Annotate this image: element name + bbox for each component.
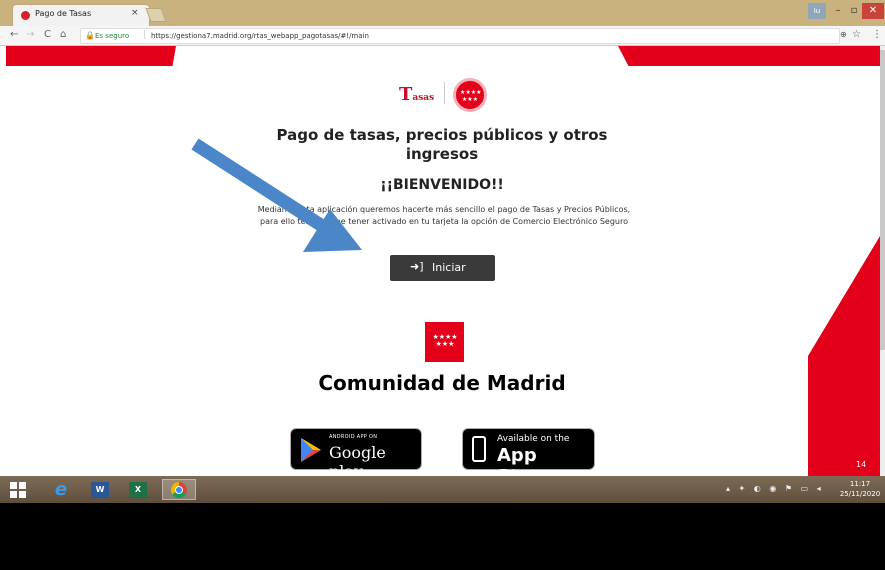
scrollbar-thumb[interactable] — [880, 50, 885, 350]
windows-taskbar: e W X ▴ ✦ ◐ ◉ ⚑ ▭ ◂ 11:17 25/11/2020 — [0, 476, 885, 503]
google-play-small-text: ANDROID APP ON — [329, 434, 378, 440]
app-store-small-text: Available on the — [497, 434, 570, 444]
logo-word: asas — [412, 93, 435, 103]
app-store-label: App Store — [497, 445, 552, 476]
madrid-emblem-icon: ★★★★ ★★★ — [453, 78, 487, 112]
clock-time: 11:17 — [849, 480, 871, 488]
start-button-label: Iniciar — [432, 261, 466, 274]
start-button[interactable]: ➜] Iniciar — [390, 255, 495, 281]
word-icon[interactable]: W — [88, 479, 114, 500]
system-tray-icons[interactable]: ▴ ✦ ◐ ◉ ⚑ ▭ ◂ — [726, 484, 824, 493]
page-title: Pago de tasas, precios públicos y otros … — [276, 126, 608, 163]
minimize-icon[interactable]: – — [830, 3, 846, 19]
page-scrollbar[interactable] — [880, 46, 885, 476]
logo-letter: T — [399, 84, 413, 105]
screen: Pago de Tasas × Iu – ▫ ✕ ← → C ⌂ 🔒 Es se… — [0, 0, 885, 570]
browser-titlebar: Pago de Tasas × Iu – ▫ ✕ — [0, 0, 885, 26]
back-arrow-icon[interactable]: ← — [10, 29, 18, 40]
url-input[interactable]: 🔒 Es seguro | https://gestiona7.madrid.o… — [80, 28, 840, 44]
menu-dots-icon[interactable]: ⋮ — [872, 29, 882, 40]
welcome-heading: ¡¡BIENVENIDO!! — [380, 177, 504, 193]
decorative-red-shape-right — [808, 236, 880, 476]
taskbar-clock[interactable]: 11:17 25/11/2020 — [838, 479, 882, 499]
bookmark-star-icon[interactable]: ☆ — [852, 29, 861, 40]
windows-start-icon[interactable] — [10, 482, 26, 498]
window-close-icon[interactable]: ✕ — [862, 3, 884, 19]
google-play-badge[interactable]: ANDROID APP ON Google play — [290, 428, 422, 476]
favicon-icon — [21, 11, 30, 20]
logo-divider — [444, 82, 445, 104]
google-play-label: Google play — [329, 443, 386, 476]
secure-label: Es seguro — [95, 32, 130, 40]
tasas-logo: Tasas — [399, 84, 434, 105]
home-icon[interactable]: ⌂ — [60, 29, 66, 40]
chrome-icon[interactable] — [162, 479, 196, 500]
sign-in-icon: ➜] — [410, 260, 424, 273]
google-play-icon — [301, 438, 321, 462]
user-profile-badge[interactable]: Iu — [808, 3, 826, 19]
page-number: 14 — [856, 460, 867, 469]
decorative-red-band-left — [6, 46, 176, 66]
tab-close-icon[interactable]: × — [131, 8, 139, 18]
excel-icon[interactable]: X — [126, 479, 152, 500]
clock-date: 25/11/2020 — [839, 490, 881, 498]
url-separator: | — [143, 30, 147, 40]
forward-arrow-icon[interactable]: → — [26, 29, 34, 40]
tab-title: Pago de Tasas — [35, 9, 92, 18]
app-store-badge[interactable]: Available on the App Store — [462, 428, 595, 476]
lock-icon: 🔒 — [85, 31, 95, 40]
intro-text: Mediante esta aplicación queremos hacert… — [257, 205, 631, 226]
decorative-red-band-right — [618, 46, 880, 66]
reload-icon[interactable]: C — [44, 29, 51, 40]
maximize-icon[interactable]: ▫ — [846, 3, 862, 19]
organization-name: Comunidad de Madrid — [318, 371, 566, 395]
address-bar: ← → C ⌂ 🔒 Es seguro | https://gestiona7.… — [0, 26, 885, 46]
madrid-flag-icon: ★★★★ ★★★ — [425, 322, 464, 362]
internet-explorer-icon[interactable]: e — [48, 479, 74, 500]
zoom-icon[interactable]: ⊕ — [840, 30, 847, 39]
browser-tab[interactable]: Pago de Tasas × — [12, 4, 150, 26]
url-text: https://gestiona7.madrid.org/rtas_webapp… — [151, 32, 369, 40]
web-page: 14 Tasas ★★★★ ★★★ Pago de tasas, precios … — [0, 46, 880, 476]
phone-icon — [472, 436, 486, 462]
